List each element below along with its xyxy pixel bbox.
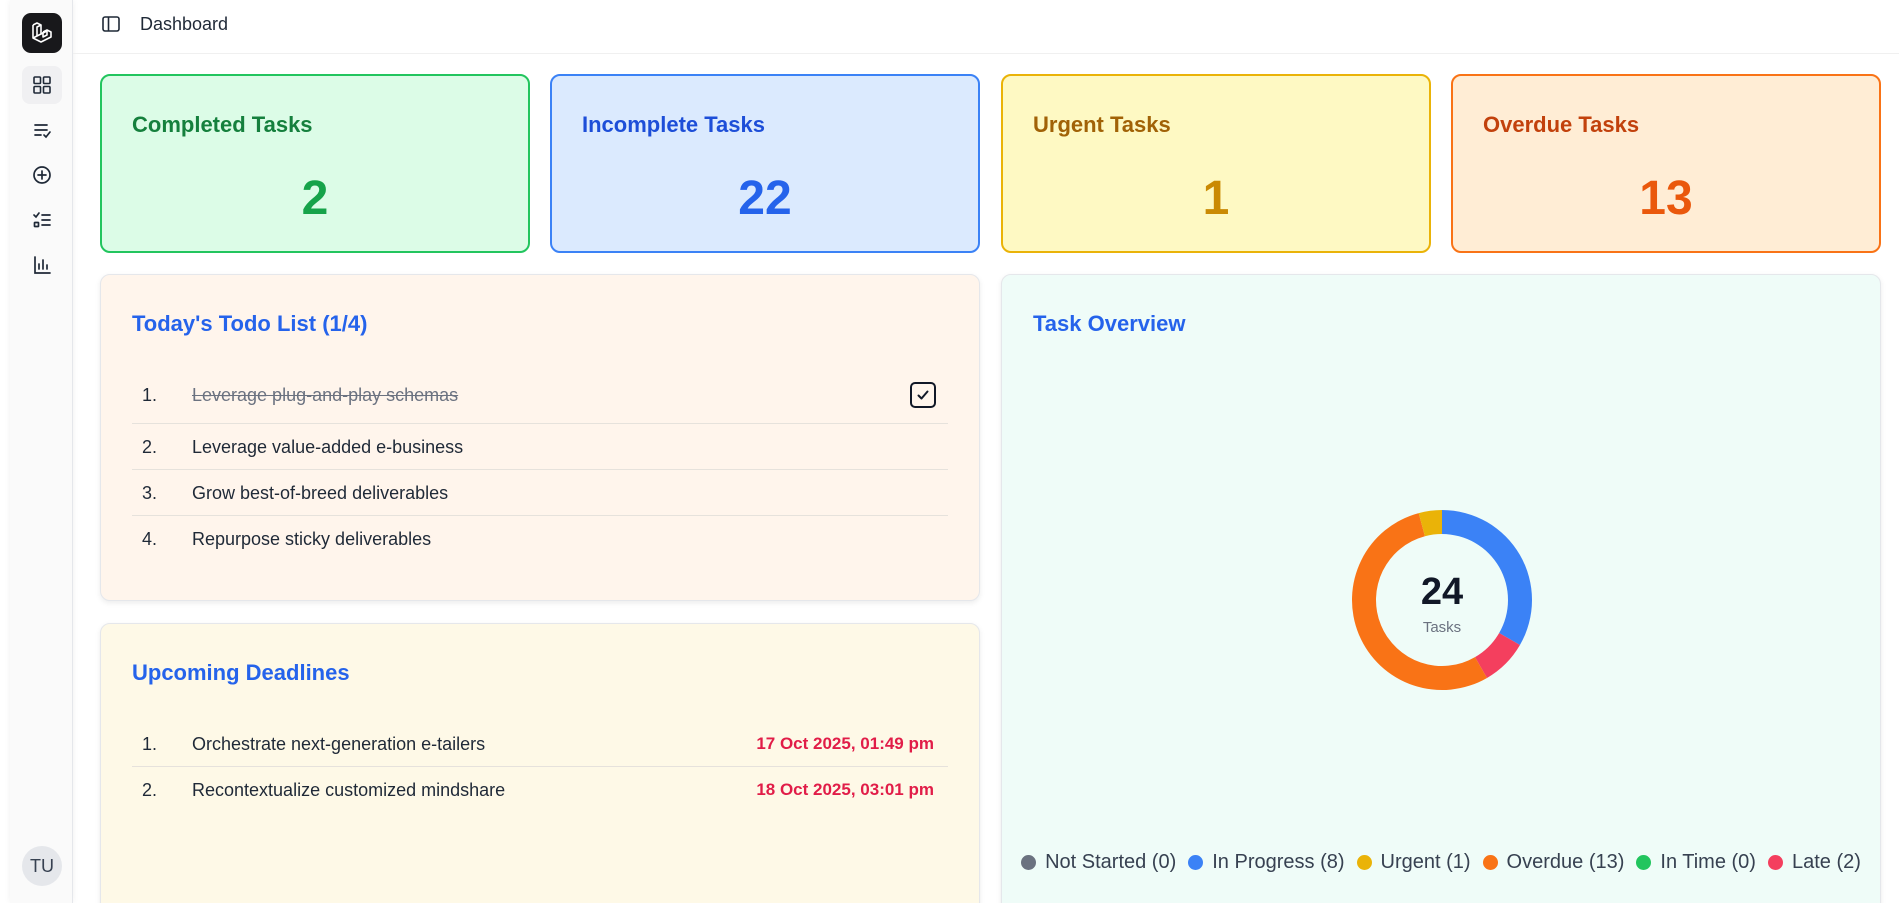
stat-value: 13 — [1639, 172, 1693, 225]
todo-item-number: 3. — [142, 483, 158, 503]
legend-dot — [1636, 855, 1652, 870]
legend-item[interactable]: Late (2) — [1767, 851, 1861, 874]
user-avatar[interactable]: TU — [22, 846, 62, 886]
legend-label: In Progress (8) — [1212, 851, 1345, 873]
legend-dot — [1482, 855, 1498, 870]
bar-chart-icon — [34, 256, 51, 274]
dashboard-grid-icon — [33, 76, 51, 94]
stat-label: Urgent Tasks — [1033, 112, 1171, 137]
todo-item-text: Leverage plug-and-play schemas — [192, 385, 459, 405]
todo-item-text: Grow best-of-breed deliverables — [192, 483, 449, 503]
todo-item-number: 2. — [142, 437, 158, 457]
add-circle-icon — [33, 166, 51, 184]
stat-label: Incomplete Tasks — [582, 112, 765, 137]
todo-item[interactable]: 3. Grow best-of-breed deliverables — [132, 470, 948, 516]
stat-value: 1 — [1202, 172, 1230, 225]
sidebar-item-tasks[interactable] — [22, 111, 62, 149]
sidebar-toggle-icon — [102, 16, 120, 32]
incomplete-tasks-card: Incomplete Tasks 22 — [550, 74, 980, 253]
top-bar: Dashboard — [73, 0, 1899, 54]
sidebar-item-reports[interactable] — [22, 246, 62, 284]
legend-label: Late (2) — [1791, 851, 1861, 873]
todo-list: 1. Leverage plug-and-play schemas 2. Lev… — [132, 372, 948, 562]
todo-item[interactable]: 1. Leverage plug-and-play schemas — [132, 372, 948, 424]
check-icon — [917, 390, 929, 400]
legend-item[interactable]: Overdue (13) — [1482, 851, 1625, 874]
urgent-tasks-card: Urgent Tasks 1 — [1001, 74, 1431, 253]
legend-dot — [1188, 855, 1204, 870]
upcoming-deadlines-panel: Upcoming Deadlines 1. Orchestrate next-g… — [100, 623, 980, 903]
task-overview-title: Task Overview — [1033, 311, 1186, 336]
deadline-item[interactable]: 1. Orchestrate next-generation e-tailers… — [132, 721, 948, 767]
legend-dot — [1767, 855, 1783, 870]
legend-dot — [1356, 855, 1372, 870]
legend-item[interactable]: In Progress (8) — [1188, 851, 1345, 874]
deadline-item-number: 1. — [142, 734, 158, 754]
deadline-item-text: Orchestrate next-generation e-tailers — [192, 734, 486, 754]
completed-tasks-card: Completed Tasks 2 — [100, 74, 530, 253]
sidebar: TU — [10, 0, 73, 903]
deadline-item-date: 17 Oct 2025, 01:49 pm — [756, 734, 934, 753]
sidebar-item-checklist[interactable] — [22, 201, 62, 239]
todo-item-number: 4. — [142, 529, 158, 549]
legend-item[interactable]: Urgent (1) — [1356, 851, 1471, 874]
todo-list-title: Today's Todo List (1/4) — [132, 311, 368, 336]
chart-legend: Not Started (0) In Progress (8) Urgent (1)… — [1001, 851, 1881, 874]
upcoming-deadlines-title: Upcoming Deadlines — [132, 660, 350, 685]
stat-value: 2 — [301, 172, 329, 225]
legend-label: Not Started (0) — [1045, 851, 1177, 873]
stat-value: 22 — [738, 172, 792, 225]
donut-total-label: Tasks — [1422, 619, 1462, 636]
todo-list-panel: Today's Todo List (1/4) 1. Leverage plug… — [100, 274, 980, 601]
donut-total: 24 — [1420, 571, 1464, 613]
todo-item[interactable]: 4. Repurpose sticky deliverables — [132, 516, 948, 562]
sidebar-toggle-button[interactable] — [101, 14, 121, 34]
deadline-item-date: 18 Oct 2025, 03:01 pm — [756, 780, 934, 799]
stat-label: Completed Tasks — [132, 112, 313, 137]
stat-label: Overdue Tasks — [1483, 112, 1640, 137]
app-logo[interactable] — [22, 13, 62, 53]
todo-item[interactable]: 2. Leverage value-added e-business — [132, 424, 948, 470]
legend-item[interactable]: In Time (0) — [1636, 851, 1756, 874]
task-list-icon — [34, 124, 51, 139]
page-title: Dashboard — [140, 14, 229, 34]
app-root: TU Dashboard Completed Tasks 2 Incomplet… — [0, 0, 1899, 903]
sidebar-item-add-task[interactable] — [22, 156, 62, 194]
deadline-item-text: Recontextualize customized mindshare — [192, 780, 506, 800]
laravel-logo-icon — [32, 22, 52, 43]
todo-item-text: Repurpose sticky deliverables — [192, 529, 432, 549]
legend-label: In Time (0) — [1660, 851, 1756, 873]
legend-dot — [1021, 855, 1037, 870]
todo-checkbox[interactable] — [910, 382, 936, 408]
sidebar-item-dashboard[interactable] — [22, 66, 62, 104]
legend-label: Urgent (1) — [1380, 851, 1471, 873]
legend-item[interactable]: Not Started (0) — [1021, 851, 1176, 874]
deadline-item[interactable]: 2. Recontextualize customized mindshare … — [132, 767, 948, 813]
deadline-list: 1. Orchestrate next-generation e-tailers… — [132, 721, 948, 813]
todo-item-text: Leverage value-added e-business — [192, 437, 464, 457]
todo-item-number: 1. — [142, 385, 158, 405]
overdue-tasks-card: Overdue Tasks 13 — [1451, 74, 1881, 253]
checklist-icon — [33, 212, 51, 228]
deadline-item-number: 2. — [142, 780, 158, 800]
legend-label: Overdue (13) — [1506, 851, 1625, 873]
